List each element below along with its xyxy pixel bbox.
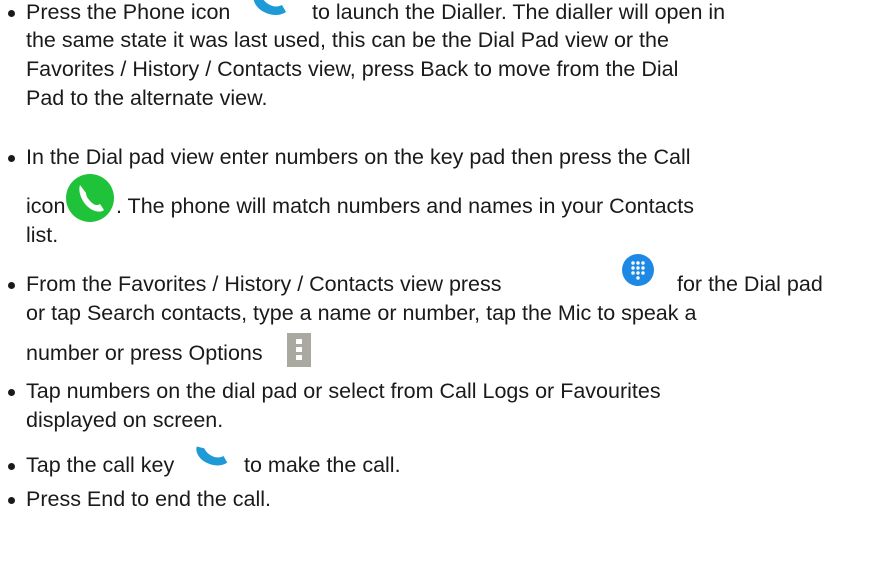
line-5-1a: Tap the call key (26, 453, 175, 477)
call-button-icon (66, 174, 114, 222)
options-menu-icon (287, 333, 311, 367)
line-2-3: list. (26, 223, 59, 247)
phone-handset-icon (253, 0, 286, 15)
bullet-dot (8, 389, 15, 396)
bullet-dot (8, 155, 15, 162)
line-2-1: In the Dial pad view enter numbers on th… (26, 145, 691, 169)
line-6-1: Press End to end the call. (26, 487, 272, 511)
line-3-2: or tap Search contacts, type a name or n… (26, 301, 697, 325)
line-5-1b: to make the call. (244, 453, 401, 477)
line-1-1b: to launch the Dialler. The dialler will … (312, 0, 726, 24)
line-2-2a: icon (26, 194, 66, 218)
line-3-3: number or press Options (26, 341, 263, 365)
line-3-1a: From the Favorites / History / Contacts … (26, 272, 502, 296)
phone-handset-icon (196, 446, 228, 466)
dialpad-button-icon (622, 254, 654, 286)
bullet-dot (8, 497, 15, 504)
line-1-3: Favorites / History / Contacts view, pre… (26, 57, 679, 81)
bullet-dot (8, 10, 15, 17)
line-1-1a: Press the Phone icon (26, 0, 231, 24)
bullet-dot (8, 282, 15, 289)
line-3-1b: for the Dial pad (677, 272, 823, 296)
instruction-document: Press the Phone icon to launch the Diall… (0, 0, 870, 565)
line-4-1: Tap numbers on the dial pad or select fr… (26, 379, 661, 403)
line-1-2: the same state it was last used, this ca… (26, 28, 669, 52)
line-4-2: displayed on screen. (26, 408, 224, 432)
line-2-2b: . The phone will match numbers and names… (116, 194, 695, 218)
line-1-4: Pad to the alternate view. (26, 86, 268, 110)
bullet-dot (8, 463, 15, 470)
